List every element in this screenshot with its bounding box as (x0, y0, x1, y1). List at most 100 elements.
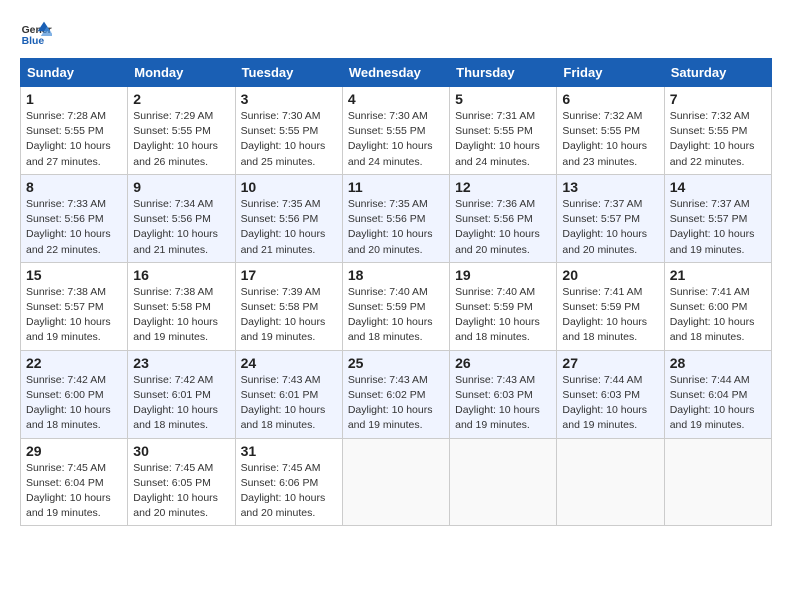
weekday-header-sunday: Sunday (21, 59, 128, 87)
calendar-cell: 1 Sunrise: 7:28 AM Sunset: 5:55 PM Daylig… (21, 87, 128, 175)
calendar-cell: 7 Sunrise: 7:32 AM Sunset: 5:55 PM Daylig… (664, 87, 771, 175)
calendar-cell: 4 Sunrise: 7:30 AM Sunset: 5:55 PM Daylig… (342, 87, 449, 175)
calendar-week-row: 22 Sunrise: 7:42 AM Sunset: 6:00 PM Dayli… (21, 350, 772, 438)
day-info: Sunrise: 7:40 AM Sunset: 5:59 PM Dayligh… (455, 285, 551, 346)
calendar-cell: 17 Sunrise: 7:39 AM Sunset: 5:58 PM Dayli… (235, 262, 342, 350)
calendar-cell: 19 Sunrise: 7:40 AM Sunset: 5:59 PM Dayli… (450, 262, 557, 350)
day-number: 26 (455, 355, 551, 371)
calendar-cell: 5 Sunrise: 7:31 AM Sunset: 5:55 PM Daylig… (450, 87, 557, 175)
day-info: Sunrise: 7:41 AM Sunset: 6:00 PM Dayligh… (670, 285, 766, 346)
calendar-cell: 27 Sunrise: 7:44 AM Sunset: 6:03 PM Dayli… (557, 350, 664, 438)
day-info: Sunrise: 7:43 AM Sunset: 6:01 PM Dayligh… (241, 373, 337, 434)
day-number: 20 (562, 267, 658, 283)
day-info: Sunrise: 7:32 AM Sunset: 5:55 PM Dayligh… (670, 109, 766, 170)
day-number: 14 (670, 179, 766, 195)
day-info: Sunrise: 7:38 AM Sunset: 5:58 PM Dayligh… (133, 285, 229, 346)
day-info: Sunrise: 7:29 AM Sunset: 5:55 PM Dayligh… (133, 109, 229, 170)
calendar-cell (342, 438, 449, 526)
day-number: 31 (241, 443, 337, 459)
day-info: Sunrise: 7:37 AM Sunset: 5:57 PM Dayligh… (670, 197, 766, 258)
calendar-cell: 20 Sunrise: 7:41 AM Sunset: 5:59 PM Dayli… (557, 262, 664, 350)
day-number: 27 (562, 355, 658, 371)
day-number: 13 (562, 179, 658, 195)
calendar-cell: 14 Sunrise: 7:37 AM Sunset: 5:57 PM Dayli… (664, 174, 771, 262)
calendar-week-row: 15 Sunrise: 7:38 AM Sunset: 5:57 PM Dayli… (21, 262, 772, 350)
day-number: 11 (348, 179, 444, 195)
day-number: 3 (241, 91, 337, 107)
calendar-cell: 13Sunrise: 7:37 AM Sunset: 5:57 PM Dayli… (557, 174, 664, 262)
calendar-week-row: 1 Sunrise: 7:28 AM Sunset: 5:55 PM Daylig… (21, 87, 772, 175)
day-info: Sunrise: 7:38 AM Sunset: 5:57 PM Dayligh… (26, 285, 122, 346)
day-info: Sunrise: 7:44 AM Sunset: 6:04 PM Dayligh… (670, 373, 766, 434)
day-info: Sunrise: 7:31 AM Sunset: 5:55 PM Dayligh… (455, 109, 551, 170)
day-info: Sunrise: 7:41 AM Sunset: 5:59 PM Dayligh… (562, 285, 658, 346)
day-number: 4 (348, 91, 444, 107)
day-number: 19 (455, 267, 551, 283)
day-number: 10 (241, 179, 337, 195)
day-number: 30 (133, 443, 229, 459)
calendar-cell: 10Sunrise: 7:35 AM Sunset: 5:56 PM Dayli… (235, 174, 342, 262)
day-number: 16 (133, 267, 229, 283)
day-number: 21 (670, 267, 766, 283)
page-header: General Blue (20, 20, 772, 48)
weekday-header-monday: Monday (128, 59, 235, 87)
calendar-cell: 29 Sunrise: 7:45 AM Sunset: 6:04 PM Dayli… (21, 438, 128, 526)
day-number: 18 (348, 267, 444, 283)
logo: General Blue (20, 20, 56, 48)
calendar-cell: 25Sunrise: 7:43 AM Sunset: 6:02 PM Dayli… (342, 350, 449, 438)
day-info: Sunrise: 7:30 AM Sunset: 5:55 PM Dayligh… (348, 109, 444, 170)
day-number: 7 (670, 91, 766, 107)
day-info: Sunrise: 7:42 AM Sunset: 6:01 PM Dayligh… (133, 373, 229, 434)
calendar-cell: 21 Sunrise: 7:41 AM Sunset: 6:00 PM Dayli… (664, 262, 771, 350)
calendar-cell (450, 438, 557, 526)
day-info: Sunrise: 7:39 AM Sunset: 5:58 PM Dayligh… (241, 285, 337, 346)
weekday-header-friday: Friday (557, 59, 664, 87)
calendar-cell: 3Sunrise: 7:30 AM Sunset: 5:55 PM Daylig… (235, 87, 342, 175)
day-info: Sunrise: 7:45 AM Sunset: 6:04 PM Dayligh… (26, 461, 122, 522)
day-number: 8 (26, 179, 122, 195)
calendar-cell: 23 Sunrise: 7:42 AM Sunset: 6:01 PM Dayli… (128, 350, 235, 438)
day-info: Sunrise: 7:35 AM Sunset: 5:56 PM Dayligh… (348, 197, 444, 258)
calendar-cell: 18 Sunrise: 7:40 AM Sunset: 5:59 PM Dayli… (342, 262, 449, 350)
day-number: 6 (562, 91, 658, 107)
day-number: 22 (26, 355, 122, 371)
calendar-cell: 2 Sunrise: 7:29 AM Sunset: 5:55 PM Daylig… (128, 87, 235, 175)
calendar-cell: 22 Sunrise: 7:42 AM Sunset: 6:00 PM Dayli… (21, 350, 128, 438)
day-number: 17 (241, 267, 337, 283)
day-number: 5 (455, 91, 551, 107)
weekday-header-wednesday: Wednesday (342, 59, 449, 87)
day-number: 24 (241, 355, 337, 371)
calendar-cell: 8 Sunrise: 7:33 AM Sunset: 5:56 PM Daylig… (21, 174, 128, 262)
day-info: Sunrise: 7:42 AM Sunset: 6:00 PM Dayligh… (26, 373, 122, 434)
calendar-week-row: 29 Sunrise: 7:45 AM Sunset: 6:04 PM Dayli… (21, 438, 772, 526)
day-number: 29 (26, 443, 122, 459)
day-info: Sunrise: 7:40 AM Sunset: 5:59 PM Dayligh… (348, 285, 444, 346)
day-info: Sunrise: 7:43 AM Sunset: 6:03 PM Dayligh… (455, 373, 551, 434)
day-info: Sunrise: 7:45 AM Sunset: 6:06 PM Dayligh… (241, 461, 337, 522)
calendar-cell: 6 Sunrise: 7:32 AM Sunset: 5:55 PM Daylig… (557, 87, 664, 175)
day-number: 23 (133, 355, 229, 371)
day-info: Sunrise: 7:33 AM Sunset: 5:56 PM Dayligh… (26, 197, 122, 258)
svg-text:Blue: Blue (22, 36, 45, 47)
calendar-cell: 15 Sunrise: 7:38 AM Sunset: 5:57 PM Dayli… (21, 262, 128, 350)
day-number: 28 (670, 355, 766, 371)
day-info: Sunrise: 7:44 AM Sunset: 6:03 PM Dayligh… (562, 373, 658, 434)
logo-icon: General Blue (20, 20, 52, 48)
day-number: 2 (133, 91, 229, 107)
calendar-cell: 30 Sunrise: 7:45 AM Sunset: 6:05 PM Dayli… (128, 438, 235, 526)
calendar-cell: 11 Sunrise: 7:35 AM Sunset: 5:56 PM Dayli… (342, 174, 449, 262)
day-info: Sunrise: 7:28 AM Sunset: 5:55 PM Dayligh… (26, 109, 122, 170)
day-info: Sunrise: 7:45 AM Sunset: 6:05 PM Dayligh… (133, 461, 229, 522)
day-info: Sunrise: 7:36 AM Sunset: 5:56 PM Dayligh… (455, 197, 551, 258)
weekday-header-tuesday: Tuesday (235, 59, 342, 87)
calendar-cell: 12 Sunrise: 7:36 AM Sunset: 5:56 PM Dayli… (450, 174, 557, 262)
day-number: 9 (133, 179, 229, 195)
day-number: 15 (26, 267, 122, 283)
day-number: 1 (26, 91, 122, 107)
calendar-cell: 16 Sunrise: 7:38 AM Sunset: 5:58 PM Dayli… (128, 262, 235, 350)
day-number: 12 (455, 179, 551, 195)
day-info: Sunrise: 7:32 AM Sunset: 5:55 PM Dayligh… (562, 109, 658, 170)
day-info: Sunrise: 7:43 AM Sunset: 6:02 PM Dayligh… (348, 373, 444, 434)
day-info: Sunrise: 7:34 AM Sunset: 5:56 PM Dayligh… (133, 197, 229, 258)
weekday-header-saturday: Saturday (664, 59, 771, 87)
